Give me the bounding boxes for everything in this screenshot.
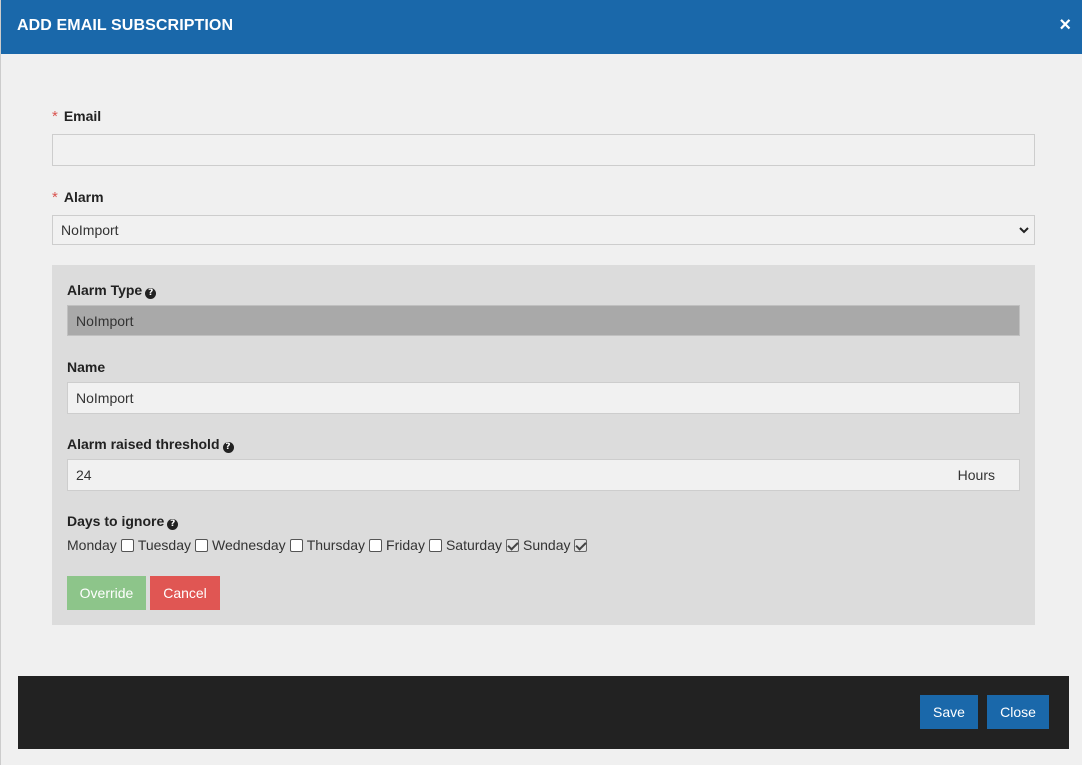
dialog-title: ADD EMAIL SUBSCRIPTION [17, 17, 234, 34]
day-tuesday: Tuesday [138, 537, 208, 553]
required-marker: * [52, 189, 58, 206]
close-button[interactable]: Close [987, 695, 1049, 729]
alarm-select[interactable]: NoImport [52, 215, 1035, 245]
day-thursday: Thursday [307, 537, 383, 553]
days-to-ignore: Monday Tuesday Wednesday Thursday Friday… [67, 537, 591, 553]
add-email-subscription-dialog: ADD EMAIL SUBSCRIPTION × * Email * Alarm N… [0, 0, 1082, 765]
override-button[interactable]: Override [67, 576, 146, 610]
help-icon[interactable]: ? [167, 519, 179, 530]
checkbox-monday[interactable] [120, 538, 134, 552]
name-label: Name [67, 359, 106, 375]
days-label: Days to ignore? [67, 513, 179, 530]
name-input[interactable]: NoImport [67, 382, 1020, 414]
checkbox-thursday[interactable] [369, 538, 383, 552]
close-icon[interactable]: × [1059, 13, 1071, 37]
alarm-type-field: NoImport [67, 305, 1020, 336]
checkbox-friday[interactable] [428, 538, 442, 552]
alarm-details-panel: Alarm Type? NoImport Name NoImport Alarm… [52, 265, 1035, 625]
day-wednesday: Wednesday [212, 537, 303, 553]
cancel-button[interactable]: Cancel [150, 576, 220, 610]
alarm-label: * Alarm [52, 189, 104, 206]
alarm-type-label: Alarm Type? [67, 282, 157, 299]
threshold-label: Alarm raised threshold? [67, 436, 234, 453]
threshold-unit: Hours [957, 467, 995, 483]
chevron-down-icon [1019, 227, 1029, 234]
day-saturday: Saturday [446, 537, 519, 553]
threshold-value: 24 [76, 467, 92, 483]
help-icon[interactable]: ? [222, 442, 234, 453]
day-friday: Friday [386, 537, 442, 553]
day-sunday: Sunday [523, 537, 588, 553]
save-button[interactable]: Save [920, 695, 978, 729]
alarm-select-value: NoImport [61, 222, 119, 238]
day-monday: Monday [67, 537, 134, 553]
help-icon[interactable]: ? [145, 288, 157, 299]
checkbox-wednesday[interactable] [289, 538, 303, 552]
checkbox-sunday[interactable] [574, 538, 588, 552]
checkbox-tuesday[interactable] [195, 538, 208, 552]
email-input[interactable] [52, 134, 1035, 166]
required-marker: * [52, 108, 58, 125]
threshold-input[interactable]: 24 Hours [67, 459, 1020, 491]
dialog-footer: Save Close [18, 676, 1069, 749]
email-label: * Email [52, 108, 102, 125]
checkbox-saturday[interactable] [506, 538, 519, 552]
dialog-header: ADD EMAIL SUBSCRIPTION × [1, 0, 1082, 54]
